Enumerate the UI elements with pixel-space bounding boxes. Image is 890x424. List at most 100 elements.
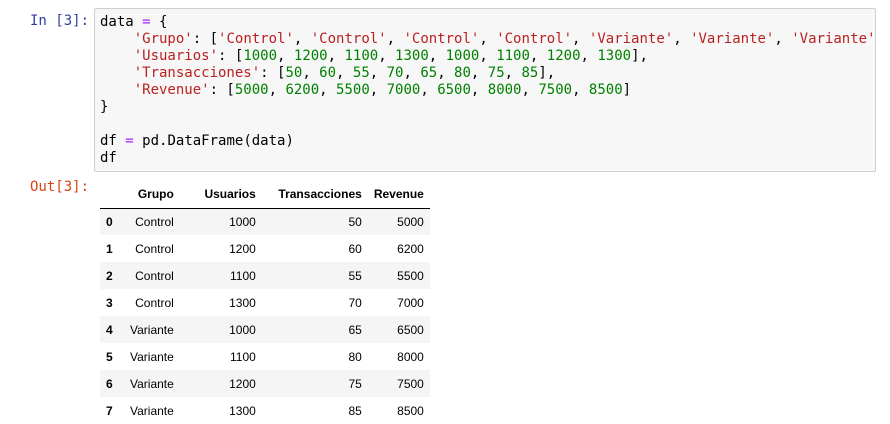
code-list-value: 8500: [588, 82, 623, 98]
code-list-value: 85: [521, 65, 539, 81]
row-index: 1: [106, 241, 113, 256]
table-cell: 1300: [229, 403, 256, 418]
code-list-value: 50: [285, 65, 303, 81]
code-list-value: 'Control': [403, 31, 480, 47]
code-line-dataframe: df = pd.DataFrame(data): [100, 133, 875, 150]
code-dict-entry: 'Transacciones': [50, 60, 55, 70, 65, 80…: [133, 65, 556, 81]
table-cell: 75: [348, 376, 362, 391]
table-cell: Variante: [130, 322, 174, 337]
table-cell: 50: [348, 214, 362, 229]
code-list-value: 1200: [546, 48, 581, 64]
dataframe-table: Grupo Usuarios Transacciones Revenue 0 Co…: [100, 180, 430, 424]
code-list-value: 'Control': [218, 31, 294, 47]
code-list-value: 5500: [336, 82, 370, 98]
column-header-transacciones: Transacciones: [261, 180, 368, 209]
table-cell: 6200: [397, 241, 424, 256]
code-list-value: 75: [487, 65, 505, 81]
code-open-brace: {: [159, 14, 168, 30]
code-list-value: 'Variante': [791, 31, 876, 47]
table-row: 1 Control 1200 60 6200: [100, 235, 430, 262]
code-line-display: df: [100, 150, 875, 167]
code-dict-key: 'Grupo': [133, 31, 193, 47]
row-index: 6: [106, 376, 113, 391]
code-list-value: 70: [386, 65, 404, 81]
code-list-value: 6500: [437, 82, 471, 98]
table-cell: Variante: [130, 349, 174, 364]
table-row: 2 Control 1100 55 5500: [100, 262, 430, 289]
row-index: 0: [106, 214, 113, 229]
code-cell-editor[interactable]: data = { 'Grupo': ['Control', 'Control',…: [94, 8, 876, 172]
code-list-value: 1300: [597, 48, 632, 64]
code-var-df: df: [100, 133, 117, 149]
code-var-data: data: [100, 14, 134, 30]
table-cell: 7000: [397, 295, 424, 310]
output-area: Grupo Usuarios Transacciones Revenue 0 Co…: [100, 180, 430, 424]
code-list-value: 55: [352, 65, 370, 81]
table-row: 5 Variante 1100 80 8000: [100, 343, 430, 370]
table-cell: 6500: [397, 322, 424, 337]
code-line-assign: data = {: [100, 14, 875, 31]
code-list-value: 65: [420, 65, 438, 81]
code-close-brace: }: [100, 99, 109, 115]
table-body: 0 Control 1000 50 5000 1 Control 1200 60 6200 2 Con…: [100, 208, 430, 424]
table-cell: 65: [348, 322, 362, 337]
code-list-value: 1300: [395, 48, 429, 64]
code-list-value: 6200: [285, 82, 320, 98]
code-list-value: 1000: [445, 48, 480, 64]
table-row: 4 Variante 1000 65 6500: [100, 316, 430, 343]
table-cell: 60: [348, 241, 362, 256]
output-prompt: Out[3]:: [30, 179, 90, 195]
row-index: 4: [106, 322, 113, 337]
code-list-value: 7000: [386, 82, 421, 98]
table-cell: 1100: [230, 349, 256, 364]
column-header-revenue: Revenue: [367, 180, 430, 209]
row-index: 7: [106, 403, 113, 418]
table-row: 7 Variante 1300 85 8500: [100, 397, 430, 424]
code-list-value: 1100: [496, 48, 530, 64]
table-cell: 55: [348, 268, 362, 283]
table-cell: 1000: [229, 214, 256, 229]
code-list-value: 'Variante': [588, 31, 674, 47]
table-cell: Control: [135, 268, 174, 283]
table-cell: 8000: [397, 349, 424, 364]
table-cell: 1100: [230, 268, 256, 283]
row-index: 3: [106, 295, 113, 310]
table-cell: 7500: [397, 376, 424, 391]
index-header: [100, 180, 124, 209]
input-prompt: In [3]:: [30, 13, 90, 29]
code-list-value: 5000: [234, 82, 269, 98]
table-header: Grupo Usuarios Transacciones Revenue: [100, 180, 430, 209]
code-list-value: 80: [454, 65, 471, 81]
row-index: 2: [106, 268, 113, 283]
code-df-display: df: [100, 150, 117, 166]
code-dict-key: 'Usuarios': [133, 48, 219, 64]
code-list-value: 8000: [487, 82, 522, 98]
table-cell: 1200: [229, 376, 256, 391]
table-cell: 8500: [397, 403, 424, 418]
table-cell: 85: [348, 403, 362, 418]
table-cell: 70: [348, 295, 362, 310]
row-index: 5: [106, 349, 113, 364]
code-block: data = { 'Grupo': ['Control', 'Control',…: [100, 14, 876, 167]
table-cell: Variante: [130, 403, 174, 418]
code-list-value: 1100: [344, 48, 379, 64]
table-cell: Variante: [130, 376, 174, 391]
table-cell: Control: [135, 241, 174, 256]
table-cell: 5500: [397, 268, 424, 283]
code-dict-key: 'Transacciones': [133, 65, 261, 81]
table-cell: 80: [348, 349, 362, 364]
table-cell: Control: [135, 214, 174, 229]
code-assign-op: =: [142, 14, 151, 30]
table-cell: 1300: [229, 295, 256, 310]
code-line-close: }: [100, 99, 875, 116]
table-cell: Control: [135, 295, 174, 310]
code-list-value: 'Control': [310, 31, 387, 47]
code-dict-entry: 'Grupo': ['Control', 'Control', 'Control…: [133, 31, 876, 47]
header-row: Grupo Usuarios Transacciones Revenue: [100, 180, 430, 209]
code-list-value: 'Control': [496, 31, 573, 47]
column-header-usuarios: Usuarios: [179, 180, 262, 209]
column-header-grupo: Grupo: [124, 180, 180, 209]
code-assign-op-2: =: [125, 133, 134, 149]
code-dataframe-call: pd.DataFrame(data): [142, 133, 294, 149]
